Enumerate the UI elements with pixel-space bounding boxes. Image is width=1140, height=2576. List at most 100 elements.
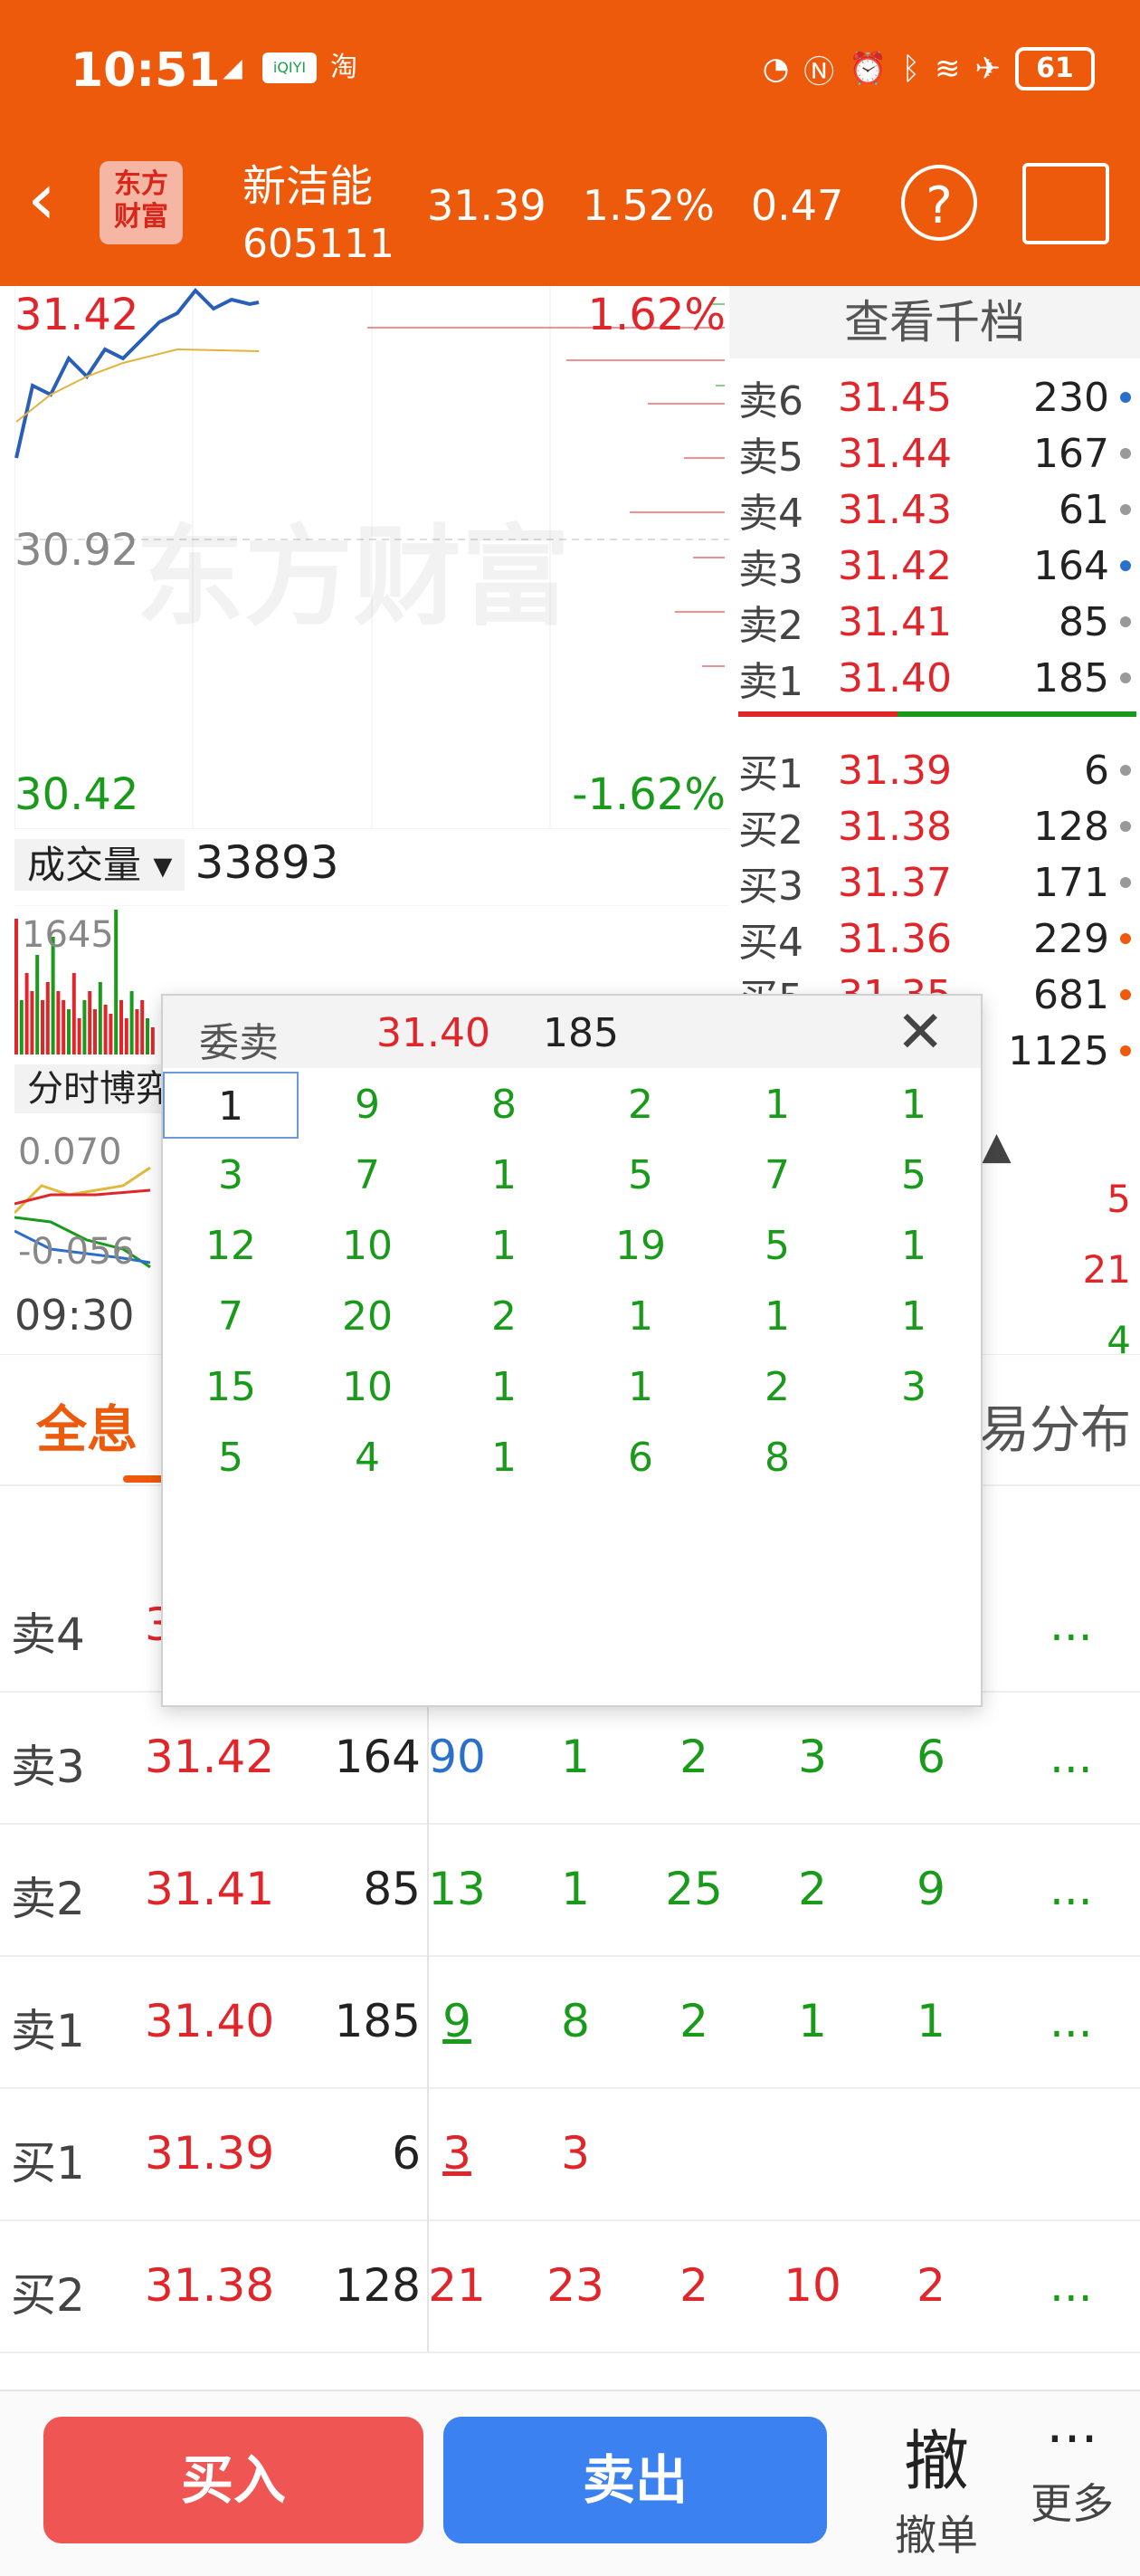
more-label: 更多 [1031, 2479, 1114, 2528]
popup-grid-cell[interactable]: 1 [846, 1072, 982, 1139]
popup-grid-cell[interactable]: 8 [709, 1425, 845, 1492]
buy-row[interactable]: 买3 31.37 171 [738, 854, 1136, 911]
cancel-order-button[interactable]: 撤 撤单 [869, 2408, 1004, 2562]
queue-order-cell[interactable]: 2 [754, 1863, 871, 1915]
volume-bar [41, 1000, 44, 1054]
more-button[interactable]: ··· 更多 [1004, 2408, 1140, 2531]
queue-row[interactable]: 买1 31.39 6 3 3 [0, 2087, 1140, 2221]
popup-grid-cell[interactable]: 1 [709, 1283, 845, 1350]
queue-order-cell[interactable]: 1 [517, 1863, 634, 1915]
queue-order-cell[interactable]: 2 [635, 1995, 753, 2047]
popup-grid-cell[interactable] [846, 1425, 982, 1492]
popup-grid-cell[interactable]: 1 [436, 1213, 572, 1280]
queue-price: 31.39 [145, 2127, 275, 2180]
queue-order-cell[interactable]: 25 [635, 1863, 753, 1915]
queue-order-cell[interactable]: 6 [872, 1731, 990, 1783]
queue-order-cell[interactable]: 9 [398, 1995, 516, 2047]
sell-volume: 185 [1033, 654, 1109, 701]
queue-order-cell[interactable]: 8 [517, 1995, 634, 2047]
popup-grid-cell[interactable]: 5 [573, 1142, 708, 1209]
popup-grid-cell[interactable]: 7 [299, 1142, 435, 1209]
popup-grid-cell[interactable]: 3 [163, 1142, 299, 1209]
tab-quanxi[interactable]: 全息 [36, 1389, 138, 1463]
popup-grid-cell[interactable]: 4 [299, 1425, 435, 1492]
queue-order-cell[interactable]: 2 [635, 1731, 753, 1783]
sell-button[interactable]: 卖出 [443, 2417, 827, 2543]
queue-order-cell[interactable]: 2 [635, 2259, 753, 2312]
sell-row[interactable]: 卖4 31.43 61 [738, 482, 1136, 538]
queue-order-cell[interactable]: 1 [754, 1995, 871, 2047]
queue-order-cell[interactable]: 1 [517, 1731, 634, 1783]
queue-more-icon[interactable]: ... [1050, 1598, 1093, 1651]
popup-grid-cell[interactable]: 20 [299, 1283, 435, 1350]
queue-more-icon[interactable]: ... [1050, 1863, 1093, 1915]
queue-order-cell[interactable]: 23 [517, 2259, 634, 2312]
queue-more-icon[interactable]: ... [1050, 2259, 1093, 2312]
sell-row[interactable]: 卖2 31.41 85 [738, 594, 1136, 650]
volume-bar [103, 1005, 108, 1054]
popup-grid-cell[interactable]: 1 [709, 1072, 845, 1139]
queue-order-cell[interactable]: 9 [872, 1863, 990, 1915]
queue-more-icon[interactable]: ... [1050, 1995, 1093, 2047]
popup-grid-cell[interactable]: 12 [163, 1213, 299, 1280]
popup-grid-cell[interactable]: 9 [299, 1072, 435, 1139]
popup-grid-cell[interactable]: 2 [436, 1283, 572, 1350]
sell-row[interactable]: 卖5 31.44 167 [738, 425, 1136, 482]
queue-order-cell[interactable]: 3 [398, 2127, 516, 2180]
popup-grid-cell[interactable]: 1 [573, 1283, 708, 1350]
popup-grid-cell[interactable]: 1 [436, 1425, 572, 1492]
queue-order-cell[interactable]: 2 [872, 2259, 990, 2312]
popup-grid-cell[interactable]: 7 [709, 1142, 845, 1209]
queue-more-icon[interactable]: ... [1050, 1731, 1093, 1783]
popup-grid-cell[interactable]: 10 [299, 1354, 435, 1421]
popup-grid-cell[interactable]: 19 [573, 1213, 708, 1280]
help-icon[interactable]: ? [901, 165, 977, 241]
volume-dropdown[interactable]: 成交量 ▾ [14, 839, 185, 891]
volume-bar [88, 991, 92, 1054]
popup-grid-cell[interactable]: 5 [163, 1425, 299, 1492]
popup-grid-cell[interactable]: 1 [436, 1142, 572, 1209]
popup-grid-cell[interactable]: 15 [163, 1354, 299, 1421]
popup-grid-cell[interactable]: 3 [846, 1354, 982, 1421]
close-icon[interactable]: ✕ [896, 999, 945, 1066]
popup-grid-cell[interactable]: 1 [846, 1283, 982, 1350]
stock-name[interactable]: 新洁能 [242, 150, 373, 214]
popup-grid-cell[interactable]: 1 [573, 1354, 708, 1421]
buy-row[interactable]: 买2 31.38 128 [738, 798, 1136, 854]
buy-button[interactable]: 买入 [43, 2417, 423, 2543]
queue-row[interactable]: 卖2 31.41 85 13 1 25 2 9... [0, 1823, 1140, 1957]
queue-order-cell[interactable]: 13 [398, 1863, 516, 1915]
chart-high-pct: 1.62% [587, 290, 726, 340]
back-icon[interactable]: ‹ [27, 163, 72, 235]
queue-order-cell[interactable]: 3 [754, 1731, 871, 1783]
queue-order-cell[interactable]: 90 [398, 1731, 516, 1783]
sell-row[interactable]: 卖1 31.40 185 [738, 650, 1136, 706]
popup-header: 委卖 31.40 185 ✕ [163, 996, 981, 1068]
status-dot-icon [1120, 989, 1131, 1000]
popup-grid-cell[interactable]: 1 [436, 1354, 572, 1421]
popup-grid-cell[interactable]: 2 [573, 1072, 708, 1139]
sell-row[interactable]: 卖6 31.45 230 [738, 369, 1136, 425]
queue-order-cell[interactable]: 21 [398, 2259, 516, 2312]
queue-row[interactable]: 卖3 31.42 164 90 1 2 3 6... [0, 1691, 1140, 1825]
popup-grid-cell[interactable]: 5 [846, 1142, 982, 1209]
queue-row[interactable]: 卖1 31.40 185 9 8 2 1 1... [0, 1955, 1140, 2089]
popup-grid-cell[interactable]: 1 [163, 1072, 299, 1139]
queue-row[interactable]: 买2 31.38 128 21 23 2 10 2... [0, 2219, 1140, 2353]
order-book-title[interactable]: 查看千档 [729, 286, 1140, 358]
popup-grid-cell[interactable]: 7 [163, 1283, 299, 1350]
queue-order-cell[interactable]: 10 [754, 2259, 871, 2312]
popup-grid-cell[interactable]: 10 [299, 1213, 435, 1280]
buy-row[interactable]: 买1 31.39 6 [738, 742, 1136, 798]
popup-grid-cell[interactable]: 8 [436, 1072, 572, 1139]
queue-order-cell[interactable]: 3 [517, 2127, 634, 2180]
popup-grid-cell[interactable]: 2 [709, 1354, 845, 1421]
sell-row[interactable]: 卖3 31.42 164 [738, 538, 1136, 594]
buy-volume: 1125 [1008, 1027, 1109, 1074]
popup-grid-cell[interactable]: 6 [573, 1425, 708, 1492]
buy-row[interactable]: 买4 31.36 229 [738, 911, 1136, 967]
queue-order-cell[interactable]: 1 [872, 1995, 990, 2047]
switch-layout-icon[interactable] [1022, 163, 1109, 244]
popup-grid-cell[interactable]: 1 [846, 1213, 982, 1280]
popup-grid-cell[interactable]: 5 [709, 1213, 845, 1280]
